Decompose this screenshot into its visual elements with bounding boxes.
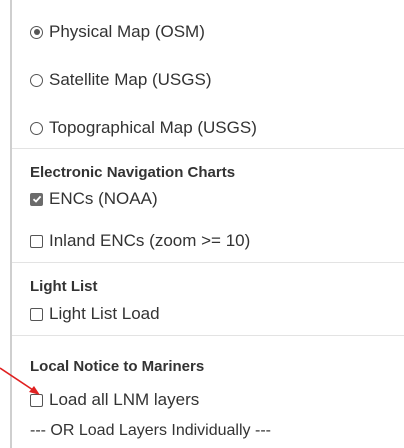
checkbox-label: ENCs (NOAA) <box>49 189 158 208</box>
section-divider <box>12 262 404 263</box>
checkbox-label: Inland ENCs (zoom >= 10) <box>49 231 251 250</box>
radio-label: Satellite Map (USGS) <box>49 70 212 89</box>
checkbox-inland-encs[interactable]: Inland ENCs (zoom >= 10) <box>30 231 250 251</box>
annotation-arrow-icon <box>0 367 40 395</box>
section-divider <box>12 335 404 336</box>
load-individually-label: --- OR Load Layers Individually --- <box>30 422 271 439</box>
enc-heading: Electronic Navigation Charts <box>30 164 236 181</box>
radio-label: Physical Map (OSM) <box>49 22 205 41</box>
section-divider <box>12 148 404 149</box>
checkbox-label: Load all LNM layers <box>49 390 200 409</box>
checkbox-label: Light List Load <box>49 304 160 323</box>
map-layers-panel: Physical Map (OSM) Satellite Map (USGS) … <box>10 0 404 448</box>
radio-topographical-map[interactable]: Topographical Map (USGS) <box>30 118 257 138</box>
radio-label: Topographical Map (USGS) <box>49 118 257 137</box>
